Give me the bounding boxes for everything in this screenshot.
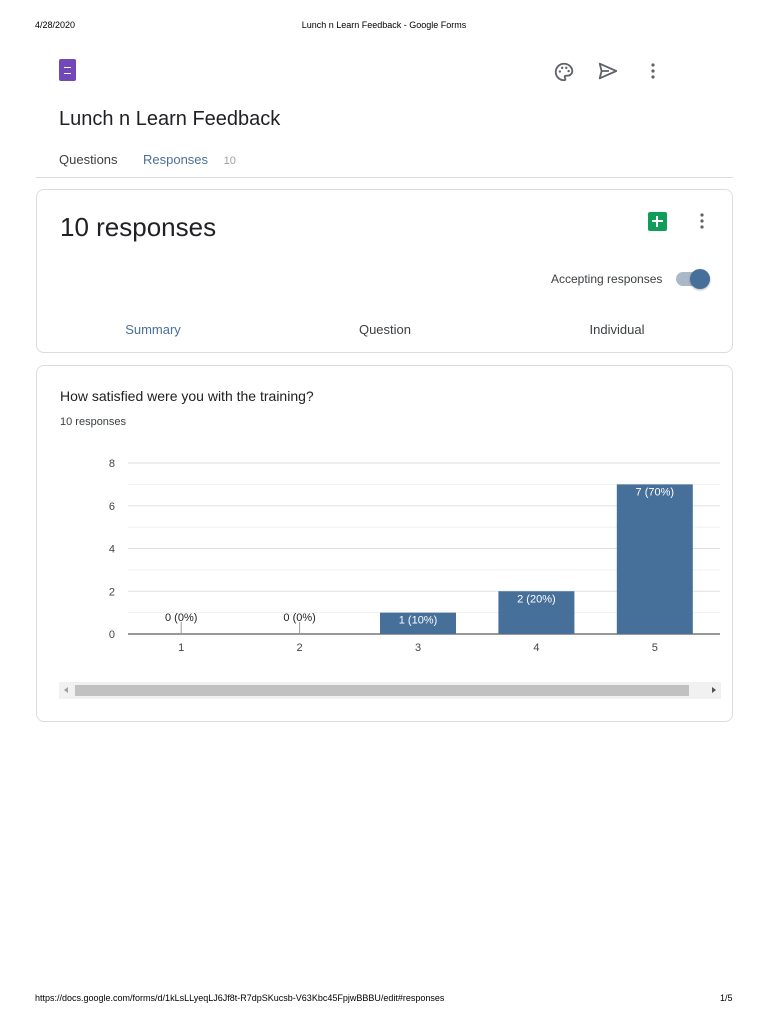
x-tick-label: 1 [178,642,184,654]
x-tick-label: 5 [652,642,658,654]
x-tick-label: 4 [533,642,539,654]
bar-data-label: 7 (70%) [636,486,675,498]
y-tick-label: 8 [109,458,115,470]
print-url: https://docs.google.com/forms/d/1kLsLLye… [35,993,445,1003]
y-tick-label: 4 [109,544,115,556]
bar-data-label: 0 (0%) [283,612,315,624]
horizontal-scrollbar[interactable] [59,682,721,699]
scroll-left-icon[interactable] [64,687,68,693]
scroll-right-icon[interactable] [712,687,716,693]
bar-data-label: 2 (20%) [517,593,556,605]
x-tick-label: 2 [297,642,303,654]
bar-data-label: 1 (10%) [399,615,438,627]
bar-chart: 0 2 4 6 8 0 (0%) 1 0 (0%) 2 1 (10%) 3 2 (20%) 4 7 (70… [109,458,720,654]
y-tick-label: 6 [109,501,115,513]
y-tick-label: 0 [109,629,115,641]
x-tick-label: 3 [415,642,421,654]
print-page: 1/5 [720,993,733,1003]
bar [616,484,693,634]
y-tick-label: 2 [109,586,115,598]
bar-data-label: 0 (0%) [165,612,197,624]
scrollbar-thumb[interactable] [75,685,689,696]
